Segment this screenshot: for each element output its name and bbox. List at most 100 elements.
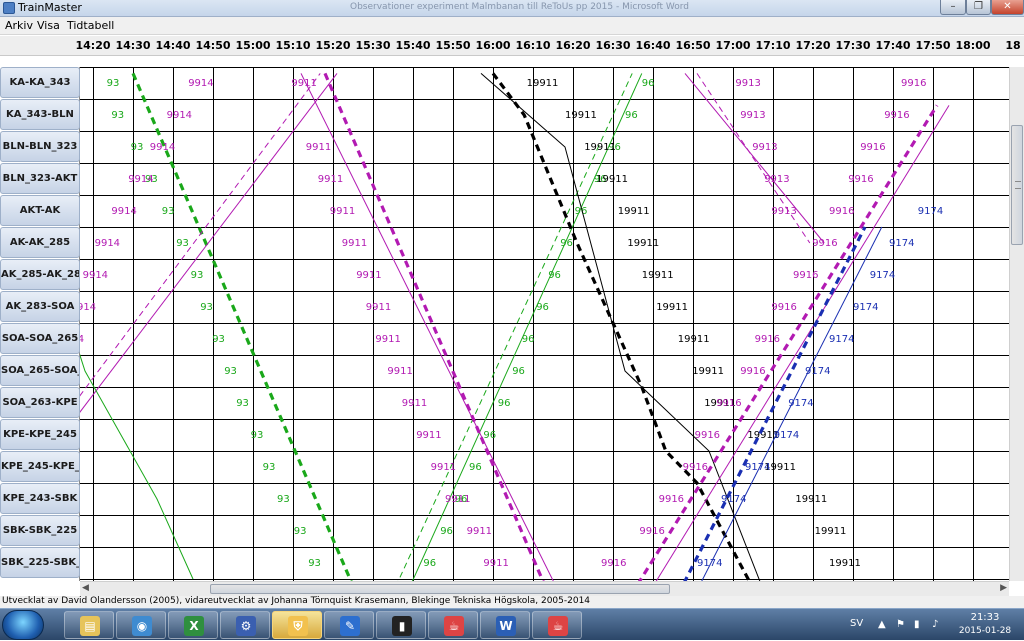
train-label-t93: 93 (251, 430, 264, 441)
train-label-t9911m: 9911 (375, 334, 400, 345)
train-label-t9914: 9914 (128, 174, 153, 185)
station-label[interactable]: BLN_323-AKT (0, 163, 80, 194)
train-label-t9911b: 19911 (584, 142, 616, 153)
train-label-t93: 93 (277, 494, 290, 505)
minimize-button[interactable]: – (940, 0, 966, 15)
train-label-t9916: 9916 (771, 302, 796, 313)
station-label[interactable]: AK-AK_285 (0, 227, 80, 258)
train-label-t9914: 9914 (111, 206, 136, 217)
vertical-scroll-thumb[interactable] (1011, 125, 1023, 245)
station-label[interactable]: KPE_243-SBK (0, 483, 80, 514)
menu-visa[interactable]: Visa (37, 19, 60, 32)
station-label[interactable]: KA_343-BLN (0, 99, 80, 130)
station-label[interactable]: SBK-SBK_225 (0, 515, 80, 546)
station-label[interactable]: SBK_225-SBK_... (0, 547, 80, 578)
train-label-t9916: 9916 (901, 78, 926, 89)
train-label-t9174: 9174 (697, 558, 722, 569)
system-tray: SV ▲ ⚑ ▮ ♪ 21:33 2015-01-28 (838, 609, 1024, 641)
train-label-t9916: 9916 (716, 398, 741, 409)
time-label: 16:10 (515, 39, 551, 52)
menu-bar: Arkiv Visa Tidtabell (0, 17, 1024, 35)
train-label-t9916: 9916 (740, 366, 765, 377)
train-label-t96: 96 (423, 558, 436, 569)
train-label-t96: 96 (642, 78, 655, 89)
station-label[interactable]: AK_283-SOA (0, 291, 80, 322)
station-label[interactable]: KA-KA_343 (0, 67, 80, 98)
train-label-t9913: 9913 (740, 110, 765, 121)
horizontal-scrollbar[interactable]: ◀ ▶ (80, 581, 1009, 596)
word-icon: W (496, 616, 516, 636)
train-label-t9911b: 19911 (642, 270, 674, 281)
excel-icon: X (184, 616, 204, 636)
station-label[interactable]: BLN-BLN_323 (0, 131, 80, 162)
taskbar-button-java-2[interactable]: ☕ (532, 611, 582, 639)
language-indicator[interactable]: SV (850, 618, 863, 629)
train-label-t9911b: 19911 (565, 110, 597, 121)
train-label-t9911m: 9911 (416, 430, 441, 441)
taskbar-button-network[interactable]: ⚙ (220, 611, 270, 639)
clock-date[interactable]: 2015-01-28 (952, 626, 1018, 636)
station-label[interactable]: SOA_265-SOA_... (0, 355, 80, 386)
train-label-t9916: 9916 (639, 526, 664, 537)
scroll-left-icon[interactable]: ◀ (82, 583, 89, 593)
station-label[interactable]: KPE_245-KPE_... (0, 451, 80, 482)
taskbar-button-explorer[interactable]: ▤ (64, 611, 114, 639)
window-title: TrainMaster (18, 1, 82, 14)
scroll-right-icon[interactable]: ▶ (1000, 583, 1007, 593)
train-label-t9911b: 19911 (692, 366, 724, 377)
network-icon: ⚙ (236, 616, 256, 636)
tool-icon: ✎ (340, 616, 360, 636)
time-label: 16:00 (475, 39, 511, 52)
train-label-t9911m: 9911 (356, 270, 381, 281)
station-label[interactable]: SOA_263-KPE (0, 387, 80, 418)
time-label: 17:00 (715, 39, 751, 52)
clock-time[interactable]: 21:33 (956, 612, 1014, 623)
train-label-t9174: 9174 (870, 270, 895, 281)
taskbar-button-word[interactable]: W (480, 611, 530, 639)
train-label-t93: 93 (224, 366, 237, 377)
time-label: 14:20 (75, 39, 111, 52)
close-button[interactable]: ✕ (991, 0, 1024, 15)
train-graph[interactable]: 93 93 93 93 93 93 93 93 93 93 93 93 93 93 93 93 96 96 96 96… (80, 67, 1009, 581)
time-label: 17:40 (875, 39, 911, 52)
scroll-grip-icon (1015, 181, 1021, 189)
time-label: 18:00 (955, 39, 991, 52)
minimize-icon: – (950, 1, 956, 12)
train-label-t9911m: 9911 (387, 366, 412, 377)
station-label[interactable]: AKT-AK (0, 195, 80, 226)
station-label[interactable]: AK_285-AK_283 (0, 259, 80, 290)
time-label: 14:30 (115, 39, 151, 52)
train-label-t93: 93 (162, 206, 175, 217)
train-label-t93: 93 (176, 238, 189, 249)
train-label-t9911b: 19911 (795, 494, 827, 505)
taskbar-button-shield-active[interactable]: ⛨ (272, 611, 322, 639)
train-label-t9916: 9916 (601, 558, 626, 569)
train-label-t9916: 9916 (848, 174, 873, 185)
train-label-t9911m: 9911 (318, 174, 343, 185)
train-label-t9911m: 9911 (402, 398, 427, 409)
station-label[interactable]: SOA-SOA_265 (0, 323, 80, 354)
train-label-t96: 96 (483, 430, 496, 441)
taskbar: SV ▲ ⚑ ▮ ♪ 21:33 2015-01-28 ▤ ◉ X ⚙ ⛨ ✎ ▮ ☕ W ☕ (0, 608, 1024, 640)
tray-volume-icon[interactable]: ♪ (932, 619, 942, 630)
time-label: 14:50 (195, 39, 231, 52)
vertical-scrollbar[interactable] (1009, 67, 1024, 581)
explorer-icon: ▤ (80, 616, 100, 636)
horizontal-scroll-thumb[interactable] (210, 584, 670, 594)
taskbar-button-ie-icon[interactable]: ◉ (116, 611, 166, 639)
tray-up-arrow-icon[interactable]: ▲ (878, 619, 888, 630)
taskbar-button-cmd[interactable]: ▮ (376, 611, 426, 639)
tray-network-icon[interactable]: ▮ (914, 619, 924, 630)
time-label: 18 (1005, 39, 1021, 52)
menu-arkiv[interactable]: Arkiv (5, 19, 33, 32)
start-button[interactable] (2, 610, 44, 640)
station-label[interactable]: KPE-KPE_245 (0, 419, 80, 450)
tray-flag-icon[interactable]: ⚑ (896, 619, 906, 630)
maximize-button[interactable]: ❐ (966, 0, 991, 15)
taskbar-button-tool[interactable]: ✎ (324, 611, 374, 639)
train-label-t93: 93 (111, 110, 124, 121)
menu-tidtabell[interactable]: Tidtabell (67, 19, 114, 32)
taskbar-button-excel[interactable]: X (168, 611, 218, 639)
taskbar-button-java[interactable]: ☕ (428, 611, 478, 639)
train-label-t9913: 9913 (764, 174, 789, 185)
